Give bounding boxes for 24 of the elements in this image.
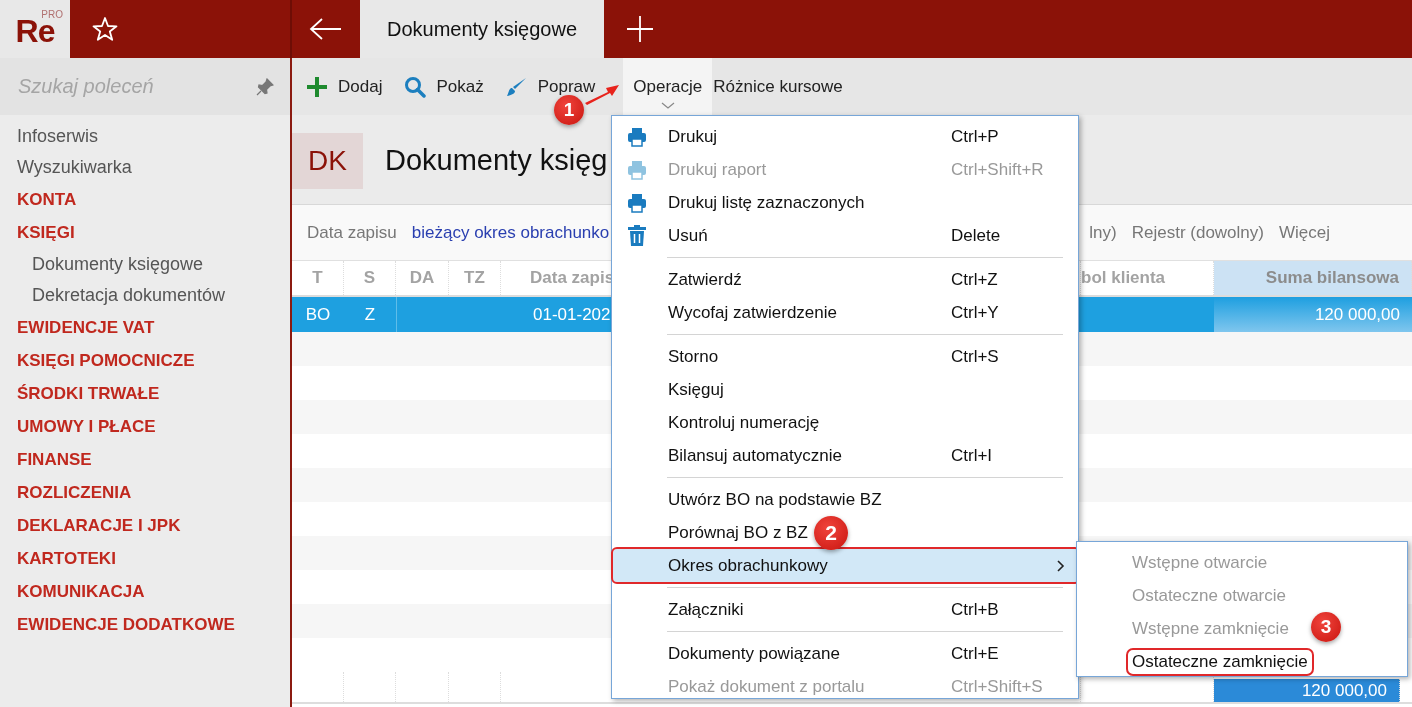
shortcut-label: Ctrl+B — [951, 599, 999, 619]
table-cell: 120 000,00 — [1314, 304, 1400, 325]
shortcut-label: Ctrl+E — [951, 643, 999, 663]
filter-label: Więcej — [1278, 222, 1330, 243]
table-cell: BO — [305, 304, 331, 325]
filter-label: Data zapisu — [307, 222, 397, 243]
shortcut-label: Ctrl+S — [951, 346, 999, 366]
shortcut-label: Ctrl+Z — [951, 269, 998, 289]
step-marker: 3 — [1311, 612, 1341, 642]
filter-label: Rejestr (dowolny) — [1131, 222, 1264, 243]
shortcut-label: Ctrl+Y — [951, 302, 999, 322]
table-cell: Z — [364, 304, 376, 325]
page-title: Dokumenty księg — [385, 144, 608, 177]
filter-label: lny) — [1089, 222, 1117, 243]
shortcut-label: Ctrl+Shift+R — [951, 159, 1044, 179]
shortcut-label: Delete — [951, 225, 1001, 245]
shortcut-label: Ctrl+I — [951, 445, 993, 465]
shortcut-label: Ctrl+Shift+S — [951, 676, 1043, 696]
shortcut-label: Ctrl+P — [951, 126, 999, 146]
logo-superscript: PRO — [41, 9, 63, 20]
total-cell: 120 000,00 — [1214, 679, 1400, 702]
document-type-badge: DK — [292, 132, 363, 189]
step-marker: 2 — [814, 516, 848, 550]
table-cell: 01-01-202 — [533, 304, 611, 325]
